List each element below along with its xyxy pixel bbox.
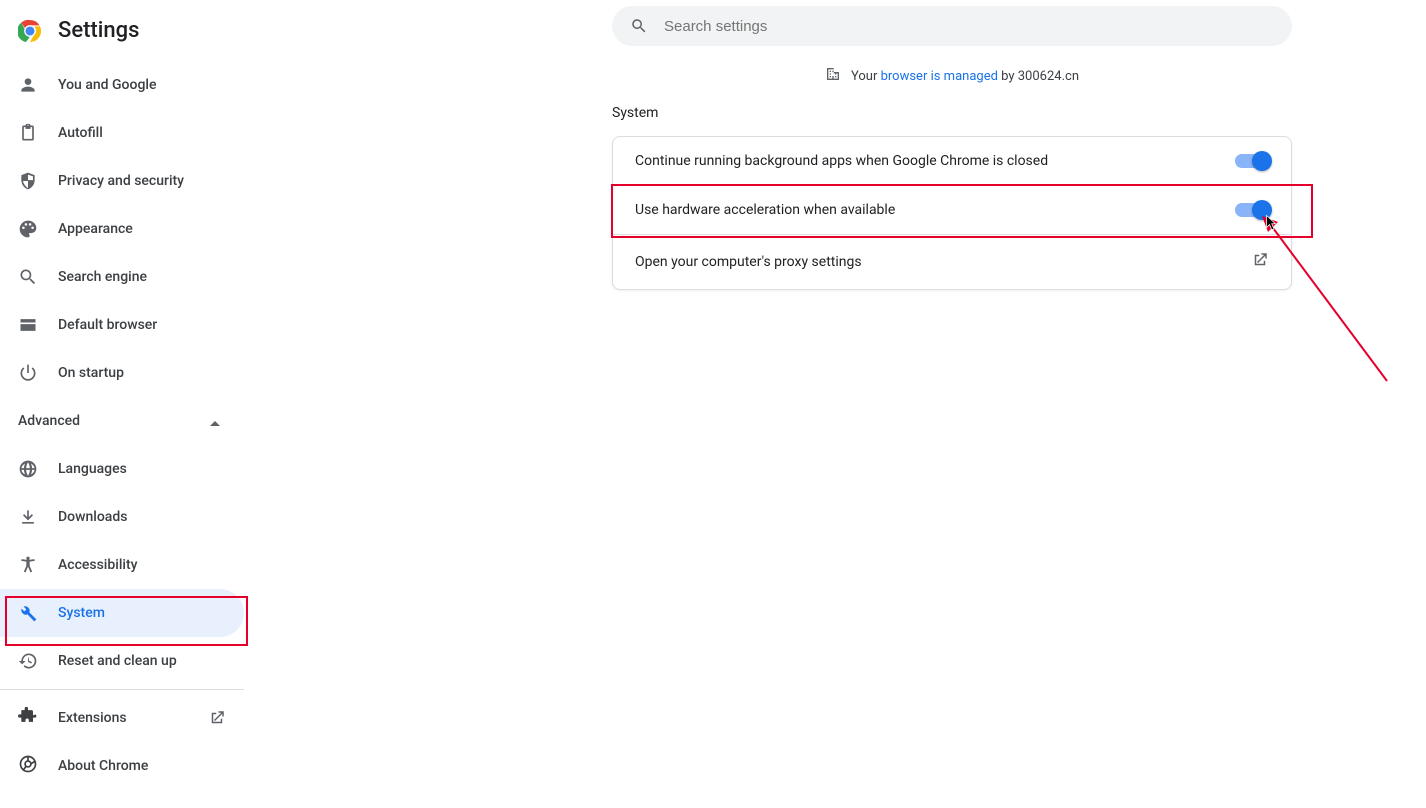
sidebar-item-label: Autofill <box>58 125 103 141</box>
sidebar-item-label: System <box>58 605 105 621</box>
search-bar[interactable] <box>612 6 1292 46</box>
palette-icon <box>18 219 38 239</box>
managed-link[interactable]: browser is managed <box>881 69 998 84</box>
sidebar-item-accessibility[interactable]: Accessibility <box>0 541 244 589</box>
sidebar-item-privacy[interactable]: Privacy and security <box>0 157 244 205</box>
row-label: Open your computer's proxy settings <box>635 254 862 270</box>
person-icon <box>18 75 38 95</box>
open-in-new-icon <box>1251 251 1269 273</box>
sidebar-item-default-browser[interactable]: Default browser <box>0 301 244 349</box>
sidebar-item-you-and-google[interactable]: You and Google <box>0 61 244 109</box>
row-proxy-settings[interactable]: Open your computer's proxy settings <box>613 234 1291 289</box>
search-input[interactable] <box>664 18 1274 35</box>
sidebar-item-label: Privacy and security <box>58 173 184 189</box>
chrome-outline-icon <box>18 754 38 778</box>
sidebar-item-system[interactable]: System <box>0 589 244 637</box>
sidebar-item-extensions[interactable]: Extensions <box>0 694 244 742</box>
page-title: Settings <box>58 18 139 43</box>
sidebar-item-label: Default browser <box>58 317 157 333</box>
globe-icon <box>18 459 38 479</box>
sidebar-item-downloads[interactable]: Downloads <box>0 493 244 541</box>
section-title: System <box>612 105 658 121</box>
sidebar: Settings You and Google Autofill Privacy… <box>0 0 244 808</box>
restore-icon <box>18 651 38 671</box>
chrome-logo-icon <box>18 19 42 43</box>
search-icon <box>18 267 38 287</box>
sidebar-item-appearance[interactable]: Appearance <box>0 205 244 253</box>
sidebar-item-label: You and Google <box>58 77 156 93</box>
sidebar-item-label: Downloads <box>58 509 127 525</box>
sidebar-item-label: Accessibility <box>58 557 137 573</box>
accessibility-icon <box>18 555 38 575</box>
advanced-label: Advanced <box>18 413 80 429</box>
toggle-background-apps[interactable] <box>1235 154 1269 168</box>
sidebar-item-label: On startup <box>58 365 124 381</box>
sidebar-advanced-toggle[interactable]: Advanced <box>0 397 244 445</box>
app-header: Settings <box>0 12 244 61</box>
toggle-hardware-acceleration[interactable] <box>1235 203 1269 217</box>
managed-text: Your browser is managed by 300624.cn <box>851 69 1079 84</box>
clipboard-icon <box>18 123 38 143</box>
open-in-new-icon <box>208 709 226 727</box>
sidebar-item-on-startup[interactable]: On startup <box>0 349 244 397</box>
download-icon <box>18 507 38 527</box>
sidebar-item-label: Languages <box>58 461 127 477</box>
row-label: Use hardware acceleration when available <box>635 202 895 218</box>
sidebar-item-autofill[interactable]: Autofill <box>0 109 244 157</box>
row-hardware-acceleration[interactable]: Use hardware acceleration when available <box>613 185 1291 234</box>
extension-icon <box>18 706 38 730</box>
main: Your browser is managed by 300624.cn Sys… <box>244 0 1426 808</box>
sidebar-item-search-engine[interactable]: Search engine <box>0 253 244 301</box>
row-background-apps[interactable]: Continue running background apps when Go… <box>613 137 1291 185</box>
sidebar-item-label: Search engine <box>58 269 147 285</box>
browser-icon <box>18 315 38 335</box>
sidebar-item-label: Reset and clean up <box>58 653 177 669</box>
system-settings-card: Continue running background apps when Go… <box>612 136 1292 290</box>
sidebar-item-label: About Chrome <box>58 758 148 774</box>
sidebar-item-about-chrome[interactable]: About Chrome <box>0 742 244 790</box>
sidebar-item-languages[interactable]: Languages <box>0 445 244 493</box>
search-icon <box>630 17 648 35</box>
building-icon <box>825 66 841 86</box>
wrench-icon <box>18 603 38 623</box>
power-icon <box>18 363 38 383</box>
sidebar-item-label: Appearance <box>58 221 133 237</box>
row-label: Continue running background apps when Go… <box>635 153 1048 169</box>
managed-notice: Your browser is managed by 300624.cn <box>612 66 1292 86</box>
sidebar-item-reset[interactable]: Reset and clean up <box>0 637 244 685</box>
chevron-up-icon <box>210 416 220 426</box>
sidebar-divider <box>0 689 244 690</box>
shield-icon <box>18 171 38 191</box>
sidebar-item-label: Extensions <box>58 710 127 726</box>
